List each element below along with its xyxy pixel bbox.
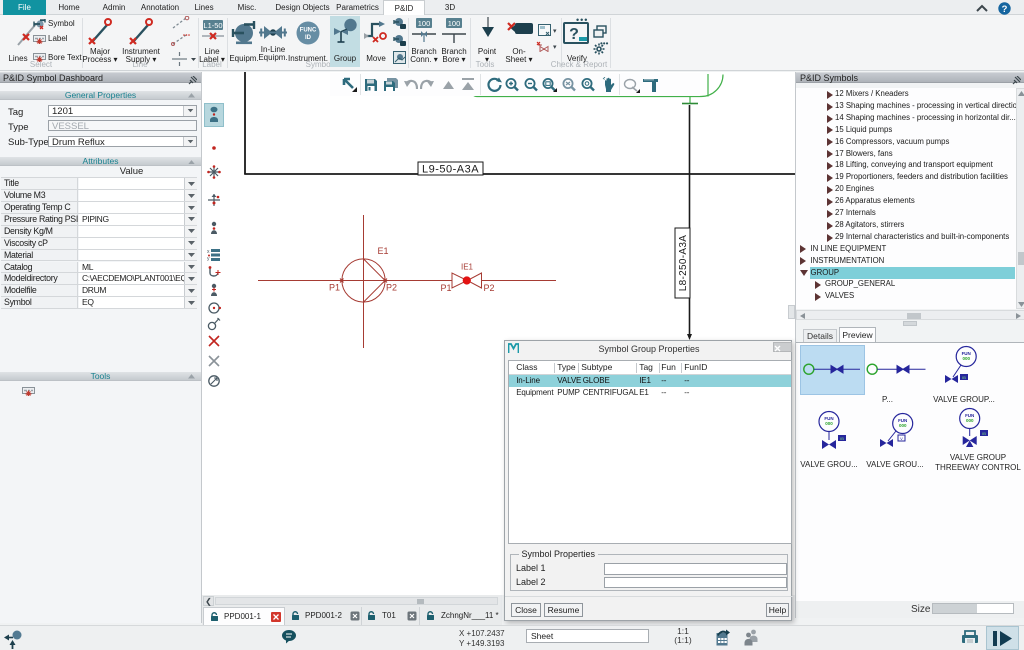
svg-text:?: ?: [1002, 4, 1008, 15]
svg-text:E1: E1: [378, 246, 389, 256]
svg-text:V: V: [900, 436, 903, 441]
svg-text:P1: P1: [441, 283, 452, 293]
svg-text:IB: IB: [840, 436, 844, 441]
svg-text:000: 000: [962, 356, 970, 361]
svg-text:L8-250-A3A: L8-250-A3A: [678, 235, 689, 291]
svg-text:000: 000: [899, 423, 907, 428]
svg-text:L1-50: L1-50: [203, 21, 222, 30]
svg-text:L9-50-A3A: L9-50-A3A: [422, 164, 479, 176]
svg-text:100: 100: [418, 19, 431, 28]
svg-text:y: y: [207, 256, 210, 262]
svg-text:IB: IB: [982, 431, 986, 436]
svg-text:000: 000: [825, 421, 833, 426]
svg-text:FUNC: FUNC: [300, 28, 317, 34]
svg-text:IB: IB: [962, 375, 966, 380]
svg-text:P2: P2: [386, 283, 397, 293]
svg-text:P1: P1: [329, 283, 340, 293]
svg-text:IE1: IE1: [461, 263, 474, 272]
svg-text:?: ?: [569, 26, 579, 43]
svg-text:P2: P2: [484, 283, 495, 293]
svg-text:x: x: [207, 249, 210, 255]
svg-text:000: 000: [966, 418, 974, 423]
svg-text:ID: ID: [305, 35, 312, 41]
svg-text:100: 100: [448, 19, 461, 28]
